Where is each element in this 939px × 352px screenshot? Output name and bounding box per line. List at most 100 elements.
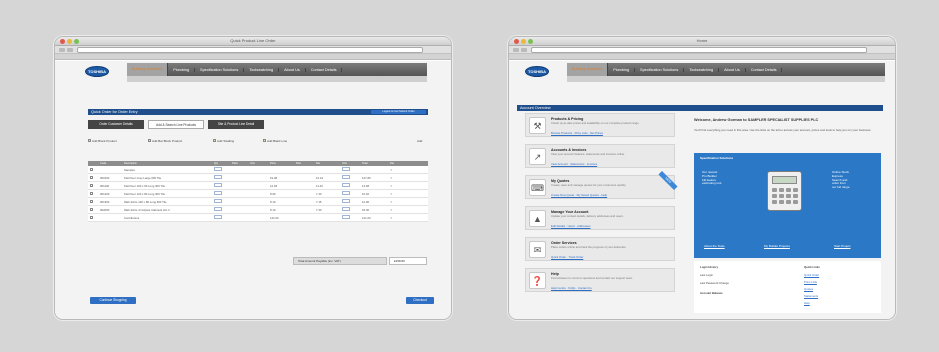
- menu-item-specification-solutions[interactable]: Specification Solutions: [635, 67, 685, 72]
- delete-row-icon[interactable]: ✕: [388, 216, 402, 220]
- delete-row-icon[interactable]: ✕: [388, 168, 402, 172]
- menu-item-about-us[interactable]: About Us: [719, 67, 746, 72]
- key: [786, 188, 791, 192]
- card-title: Accounts & Invoices: [551, 148, 587, 152]
- service-card[interactable]: ▲ Manage Your Account Update your contact …: [525, 206, 675, 230]
- menu-item-contact-details[interactable]: Contact Details: [746, 67, 783, 72]
- row-checkbox[interactable]: [90, 215, 93, 219]
- submenu-item[interactable]: [567, 77, 576, 81]
- menu-item-about-us[interactable]: About Us: [279, 67, 306, 72]
- continue-shopping-button[interactable]: Continue Shopping: [90, 297, 136, 304]
- checkbox-icon: [213, 139, 216, 142]
- option-label: Add Totalling: [217, 139, 235, 143]
- row-checkbox[interactable]: [90, 167, 93, 171]
- quick-link-price-lists[interactable]: Price Lists: [804, 280, 817, 284]
- delete-row-icon[interactable]: ✕: [388, 200, 402, 204]
- menu-item-building-solutions[interactable]: Building Solutions: [127, 63, 169, 76]
- menu-item-specification-solutions[interactable]: Specification Solutions: [195, 67, 245, 72]
- quantity-input[interactable]: [342, 191, 350, 195]
- add-link[interactable]: Add: [417, 139, 422, 143]
- promo-heading: Specification Solutions: [700, 156, 734, 160]
- delete-row-icon[interactable]: ✕: [388, 184, 402, 188]
- card-title: Manage Your Account: [551, 210, 589, 214]
- menu-item-building-solutions[interactable]: Building Solutions: [567, 63, 609, 76]
- service-card[interactable]: ↗ Accounts & Invoices View your account ba…: [525, 144, 675, 168]
- menu-item-plumbing[interactable]: Plumbing: [608, 67, 636, 72]
- card-links[interactable]: Help Centre · FAQs · Contact Us: [551, 286, 592, 290]
- total-value: £298.80: [389, 257, 427, 265]
- quantity-input[interactable]: [214, 191, 222, 195]
- row-checkbox[interactable]: [90, 199, 93, 203]
- quick-link-help[interactable]: Help: [804, 301, 810, 305]
- table-row: 001100 Flat Floor 100 x 60 Long 300 Tile 1…: [88, 182, 428, 190]
- company-logo[interactable]: TOSHIBA: [525, 66, 549, 77]
- delete-row-icon[interactable]: ✕: [388, 176, 402, 180]
- quantity-input[interactable]: [214, 175, 222, 179]
- service-card[interactable]: ✉ Order Services Place orders online and t…: [525, 237, 675, 261]
- quantity-input[interactable]: [342, 175, 350, 179]
- option-add-block-product[interactable]: Add Block Product: [88, 139, 117, 143]
- quantity-input[interactable]: [214, 167, 222, 171]
- column-header: Total: [362, 162, 368, 165]
- cell-net: 7.30: [316, 207, 322, 212]
- tab-order-customer-details[interactable]: Order Customer Details: [88, 120, 144, 129]
- delete-row-icon[interactable]: ✕: [388, 208, 402, 212]
- checkout-button[interactable]: Checkout: [406, 297, 434, 304]
- row-checkbox[interactable]: [90, 175, 93, 179]
- menu-item-toolswatching[interactable]: Toolswatching: [684, 67, 720, 72]
- key: [793, 194, 798, 198]
- forward-button[interactable]: [521, 48, 527, 52]
- menu-item-contact-details[interactable]: Contact Details: [306, 67, 343, 72]
- quantity-input[interactable]: [214, 199, 222, 203]
- quick-link-statements[interactable]: Statements: [804, 294, 818, 298]
- cell-net: 7.40: [316, 191, 322, 196]
- option-add-blank-line[interactable]: Add Blank Line: [263, 139, 287, 143]
- quantity-input[interactable]: [214, 207, 222, 211]
- option-add-bar-block-product[interactable]: Add Bar Block Product: [148, 139, 182, 143]
- header-link[interactable]: Logout & Cart Submit Order: [371, 110, 426, 114]
- back-button[interactable]: [59, 48, 65, 52]
- card-links[interactable]: Quick Order · Track Order: [551, 255, 583, 259]
- promo-panel: Specification Solutions Our newest Pro B…: [694, 153, 881, 258]
- forward-button[interactable]: [67, 48, 73, 52]
- quantity-input[interactable]: [342, 199, 350, 203]
- promo-link-start[interactable]: Start Project: [834, 244, 851, 249]
- quantity-input[interactable]: [342, 215, 350, 219]
- promo-link-about[interactable]: About the Tools: [704, 244, 725, 249]
- quantity-input[interactable]: [214, 183, 222, 187]
- menu-item-plumbing[interactable]: Plumbing: [168, 67, 196, 72]
- url-field[interactable]: [77, 47, 423, 53]
- checkbox-icon: [88, 139, 91, 142]
- delete-row-icon[interactable]: ✕: [388, 192, 402, 196]
- menu-item-toolswatching[interactable]: Toolswatching: [244, 67, 280, 72]
- quick-link-quotes[interactable]: Quotes: [804, 287, 813, 291]
- card-links[interactable]: View Account · Statements · Invoices: [551, 162, 597, 166]
- row-checkbox[interactable]: [90, 191, 93, 195]
- quantity-input[interactable]: [342, 207, 350, 211]
- row-checkbox[interactable]: [90, 207, 93, 211]
- url-field[interactable]: [531, 47, 867, 53]
- promo-link-projects[interactable]: My Builder Projects: [764, 244, 790, 249]
- service-card[interactable]: ⚒ Products & Pricing Check up-to-date pric…: [525, 113, 675, 137]
- card-links[interactable]: Create New Quote · My Saved Quotes · Hel…: [551, 193, 607, 197]
- cell-code: 001200: [100, 191, 110, 196]
- quantity-input[interactable]: [342, 167, 350, 171]
- key: [786, 200, 791, 204]
- quick-link-quick-order[interactable]: Quick Order: [804, 273, 819, 277]
- info-account-balance: Account Balance: [700, 291, 723, 295]
- tab-add-search-products[interactable]: Add & Search Line Products: [148, 120, 204, 129]
- submenu-item[interactable]: [127, 77, 136, 81]
- row-checkbox[interactable]: [90, 183, 93, 187]
- address-bar: [509, 46, 895, 54]
- input-cell: [212, 167, 230, 172]
- service-card[interactable]: ⌨ My Quotes Create, save and manage quotes…: [525, 170, 678, 199]
- option-add-totalling[interactable]: Add Totalling: [213, 139, 234, 143]
- company-logo[interactable]: TOSHIBA: [85, 66, 109, 77]
- card-links[interactable]: Browse Products · Price Lists · Net Pric…: [551, 131, 603, 135]
- service-card[interactable]: ❓ Help Find answers to common questions an…: [525, 268, 675, 292]
- back-button[interactable]: [513, 48, 519, 52]
- card-links[interactable]: Edit Details · Users · Addresses: [551, 224, 590, 228]
- quantity-input[interactable]: [214, 215, 222, 219]
- quantity-input[interactable]: [342, 183, 350, 187]
- tab-site-product-detail[interactable]: Site & Product Line Detail: [208, 120, 264, 129]
